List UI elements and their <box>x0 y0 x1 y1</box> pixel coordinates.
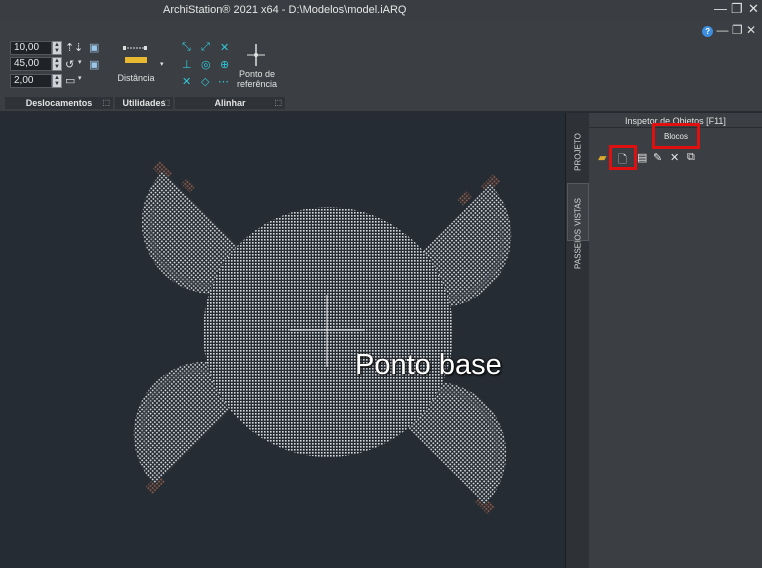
delete-icon[interactable]: ✕ <box>670 151 679 164</box>
panel-label: Deslocamentos <box>25 98 93 108</box>
edit-block-icon[interactable]: ✎ <box>653 151 662 164</box>
close-button[interactable]: ✕ <box>748 1 759 17</box>
extension-icon[interactable]: ⋯ <box>218 75 229 88</box>
center-icon[interactable]: ◎ <box>201 58 211 71</box>
object-inspector-panel: Inspetor de Objetos [F11] Blocos ▰ 🗋 ▤ ✎… <box>589 113 762 568</box>
minimize-button[interactable]: — <box>714 1 727 17</box>
panel-deslocamentos: Deslocamentos ⬚ <box>5 97 113 109</box>
offset-distance-input[interactable]: 10,00 <box>10 41 52 55</box>
save-alt-icon[interactable]: ▣ <box>89 58 99 71</box>
chair-leg <box>457 191 472 206</box>
intersection-icon[interactable]: ✕ <box>182 75 191 88</box>
inner-restore-button[interactable]: ❐ <box>732 23 743 37</box>
quadrant-icon[interactable]: ⊕ <box>220 58 229 71</box>
move-down-icon[interactable]: ⇣ <box>74 41 83 54</box>
offset-distance-stepper[interactable]: ▲ ▼ <box>52 41 62 55</box>
dropdown-icon[interactable]: ▾ <box>78 74 82 82</box>
highlight-box-new-block <box>609 145 637 170</box>
help-icon[interactable]: ? <box>702 26 714 37</box>
folder-icon[interactable]: ▰ <box>598 151 606 164</box>
round-table <box>203 207 453 457</box>
step-input[interactable]: 2,00 <box>10 74 52 88</box>
panel-label: Utilidades <box>122 98 166 108</box>
distance-icon <box>123 46 147 63</box>
move-up-icon[interactable]: ⇡ <box>65 41 74 54</box>
rotate-icon[interactable]: ↺ <box>65 58 74 71</box>
dropdown-icon[interactable]: ▾ <box>78 58 82 66</box>
title-bar: ArchiStation® 2021 x64 - D:\Modelos\mode… <box>0 0 762 20</box>
reference-point-label[interactable]: Ponto de referência <box>232 69 282 89</box>
inner-close-button[interactable]: ✕ <box>746 23 756 37</box>
panel-utilidades: Utilidades ⬚ <box>115 97 173 109</box>
distance-tool-icon[interactable] <box>122 44 150 66</box>
angle-input[interactable]: 45,00 <box>10 57 52 71</box>
window-title: ArchiStation® 2021 x64 - D:\Modelos\mode… <box>163 4 407 16</box>
angle-stepper[interactable]: ▲ ▼ <box>52 57 62 71</box>
chair-leg <box>181 178 196 193</box>
panel-alinhar: Alinhar ⬚ <box>175 97 285 109</box>
inner-minimize-button[interactable]: — <box>716 23 728 37</box>
explode-icon[interactable]: ⧉ <box>687 151 695 164</box>
reference-point-icon[interactable] <box>245 44 267 66</box>
ribbon-window-controls: ? — ❐ ✕ <box>702 23 756 37</box>
restore-button[interactable]: ❐ <box>731 1 743 17</box>
tab-projeto[interactable]: PROJETO <box>567 123 589 181</box>
distance-label[interactable]: Distância <box>113 73 159 83</box>
base-point-annotation: Ponto base <box>355 349 502 381</box>
panel-launcher-icon[interactable]: ⬚ <box>102 97 110 109</box>
align-line-icon[interactable]: ⤢ <box>201 41 210 54</box>
table-and-chairs-drawing <box>133 160 512 515</box>
crosshair-icon <box>247 44 265 66</box>
panel-launcher-icon[interactable]: ⬚ <box>162 97 170 109</box>
align-diagonal-icon[interactable]: ⤡ <box>182 41 191 54</box>
tab-passeios[interactable]: PASSEIOS <box>567 219 589 279</box>
panel-launcher-icon[interactable]: ⬚ <box>274 97 282 109</box>
mirror-icon[interactable]: ▭ <box>65 74 75 87</box>
drawing-canvas[interactable]: Ponto base <box>0 113 565 568</box>
highlight-box-blocos-tab <box>652 123 700 149</box>
panel-label: Alinhar <box>214 98 246 108</box>
save-icon[interactable]: ▣ <box>89 41 99 54</box>
step-stepper[interactable]: ▲ ▼ <box>52 74 62 88</box>
tangent-icon[interactable]: ◇ <box>201 75 209 88</box>
insert-block-icon[interactable]: ▤ <box>637 151 647 164</box>
distance-dropdown-icon[interactable]: ▾ <box>160 60 164 68</box>
align-cross-icon[interactable]: ✕ <box>220 41 229 54</box>
side-tab-strip: PROJETO VISTAS PASSEIOS <box>565 113 589 568</box>
ribbon: ? — ❐ ✕ 10,00 ▲ ▼ 45,00 ▲ ▼ 2,00 ▲ ▼ ⇡ ⇣ ▣ … <box>0 20 762 112</box>
perpendicular-icon[interactable]: ⊥ <box>182 58 192 71</box>
